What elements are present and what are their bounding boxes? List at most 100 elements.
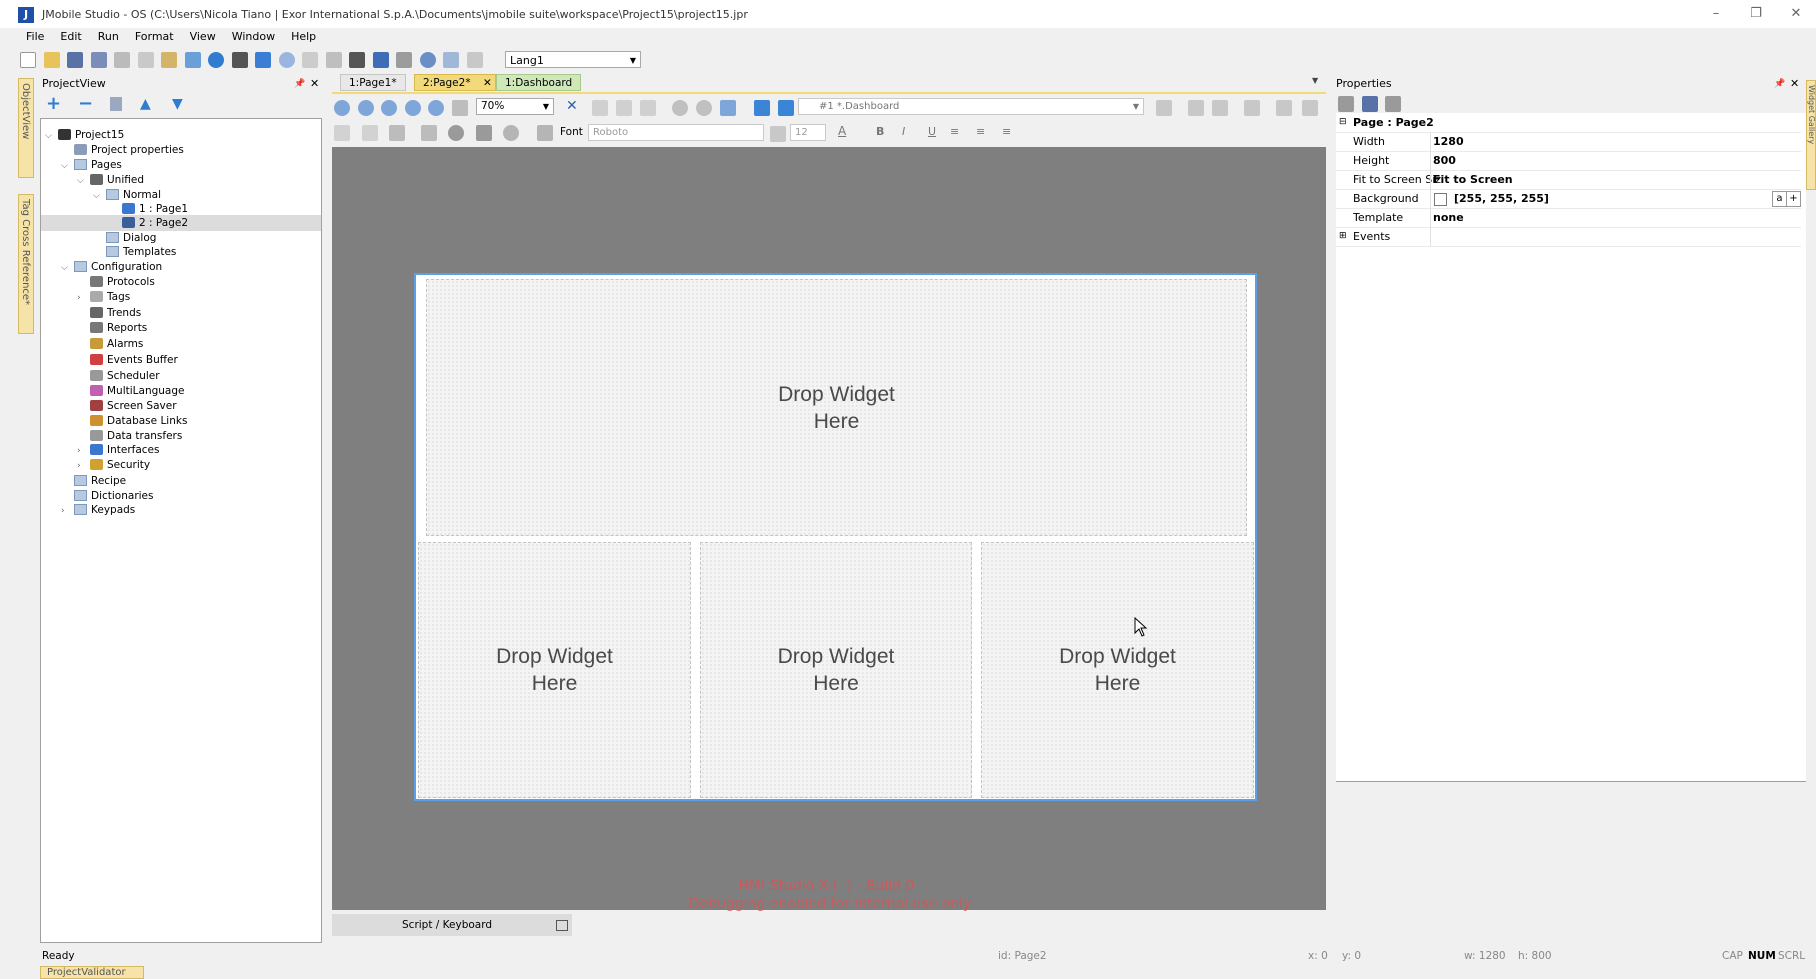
cut-icon[interactable] [114,52,130,68]
menu-edit[interactable]: Edit [52,28,89,46]
bold-button[interactable]: B [876,125,884,138]
tree-item-keypads[interactable]: › Keypads [41,502,321,518]
pin-icon[interactable]: 📌 [294,76,305,92]
tree-item-templates[interactable]: Templates [41,244,321,260]
chevron-right-icon[interactable]: › [61,503,71,519]
tree-item-trends[interactable]: Trends [41,305,321,321]
close-panel-icon[interactable]: ✕ [1790,76,1799,92]
drop-zone-bottom-center[interactable]: Drop Widget Here [700,542,972,798]
page-selector[interactable]: #1 *.Dashboard ▼ [798,98,1144,115]
fill-color-icon[interactable] [389,125,405,141]
pin-icon[interactable]: 📌 [1774,76,1785,92]
align-right-icon[interactable]: ≡ [1002,125,1011,138]
text-box-icon[interactable] [334,125,350,141]
tagcross-tab[interactable]: Tag Cross Reference* [18,194,34,334]
italic-button[interactable]: I [902,125,905,138]
tree-item-database-links[interactable]: Database Links [41,413,321,429]
run-icon[interactable] [278,52,295,68]
tab-page1[interactable]: 1:Page1* [340,74,406,91]
close-tab-icon[interactable]: ✕ [483,75,492,92]
zoom-selection-icon[interactable] [428,100,444,116]
tree-item-events-buffer[interactable]: Events Buffer [41,352,321,368]
tools-icon[interactable] [231,52,248,68]
drop-zone-bottom-right[interactable]: Drop Widget Here [981,542,1254,798]
flip-icon[interactable] [1276,100,1292,116]
collapse-icon[interactable]: ⊟ [1339,113,1347,132]
zoom-out-icon[interactable] [357,100,374,116]
bg-plus-button[interactable]: + [1786,191,1801,207]
tree-item-security[interactable]: › Security [41,457,321,473]
help-icon[interactable] [419,52,436,68]
distribute-icon[interactable] [1212,100,1228,116]
property-row-fit-to-screen[interactable]: Fit to Screen Size Fit to Screen [1336,170,1801,190]
script-keyboard-tab[interactable]: Script / Keyboard [332,914,572,936]
language-select[interactable]: Lang1 ▼ [505,51,641,68]
menu-view[interactable]: View [182,28,224,46]
tree-item-alarms[interactable]: Alarms [41,336,321,352]
expand-icon[interactable]: ⊞ [1339,227,1347,246]
move-down-icon[interactable]: ▼ [172,94,183,114]
check-icon[interactable] [208,52,224,68]
tree-item-project-properties[interactable]: Project properties [41,142,321,158]
tree-item-configuration[interactable]: ⌵ Configuration [41,259,321,275]
tab-dashboard[interactable]: 1:Dashboard [496,74,582,91]
property-row-width[interactable]: Width 1280 [1336,132,1801,152]
tree-item-2-page2[interactable]: 2 : Page2 [41,215,321,231]
redo-icon[interactable] [466,52,483,68]
underline-button[interactable]: U [928,125,936,138]
pointer-icon[interactable] [302,52,318,68]
layer-back-icon[interactable] [778,100,794,116]
line-style-icon[interactable] [420,125,437,141]
save-icon[interactable] [67,52,83,68]
copy-icon[interactable] [137,52,154,68]
debug-icon[interactable] [255,52,271,68]
font-select[interactable]: Roboto [588,124,764,141]
spacing-icon[interactable] [1244,100,1260,116]
minimize-button[interactable]: – [1696,4,1736,24]
property-row-template[interactable]: Template none [1336,208,1801,228]
font-color-icon[interactable]: A [838,124,846,138]
tree-item-tags[interactable]: › Tags [41,289,321,305]
layer-icon[interactable] [349,52,365,68]
sort-categorized-icon[interactable] [1338,96,1354,112]
tree-item-recipe[interactable]: Recipe [41,473,321,489]
widget-icon[interactable] [372,52,389,68]
warning-icon[interactable] [1302,100,1318,116]
tree-item-interfaces[interactable]: › Interfaces [41,442,321,458]
image-icon[interactable] [475,125,492,141]
clear-icon[interactable] [503,125,519,141]
properties-icon[interactable] [110,97,122,111]
duplicate-icon[interactable] [592,100,608,116]
align-left-icon[interactable]: ≡ [950,125,959,138]
tab-page2[interactable]: 2:Page2* ✕ [414,74,496,91]
menu-file[interactable]: File [18,28,52,46]
tree-item-pages[interactable]: ⌵ Pages [41,157,321,173]
font-size-select[interactable]: 12 [790,124,826,141]
save-all-icon[interactable] [90,52,107,68]
tree-item-project15[interactable]: ⌵ Project15 [41,127,321,143]
tree-item-protocols[interactable]: Protocols [41,274,321,290]
drop-zone-bottom-left[interactable]: Drop Widget Here [418,542,691,798]
tree-item-multilanguage[interactable]: MultiLanguage [41,383,321,399]
download-icon[interactable] [184,52,201,68]
tabs-overflow-icon[interactable]: ▼ [1312,76,1318,85]
close-window-button[interactable]: ✕ [1776,4,1816,24]
open-folder-icon[interactable] [43,52,60,68]
delete-icon[interactable]: ✕ [566,98,578,114]
redo-rotate-icon[interactable] [696,100,712,116]
menu-window[interactable]: Window [224,28,283,46]
grid-icon[interactable] [325,52,342,68]
chevron-right-icon[interactable]: › [77,290,87,306]
new-file-icon[interactable] [20,52,36,68]
zoom-in-icon[interactable] [334,100,350,116]
project-validator-tab[interactable]: ProjectValidator [40,966,144,979]
objectview-tab[interactable]: ObjectView [18,78,34,178]
advanced-icon[interactable] [1385,96,1401,112]
print-icon[interactable] [396,52,412,68]
tree-item-screen-saver[interactable]: Screen Saver [41,398,321,414]
table-icon[interactable] [640,100,656,116]
property-row-background[interactable]: Background [255, 255, 255] a + [1336,189,1801,209]
align-icon[interactable] [1156,100,1172,116]
undo-rotate-icon[interactable] [672,100,688,116]
group-icon[interactable] [616,100,632,116]
